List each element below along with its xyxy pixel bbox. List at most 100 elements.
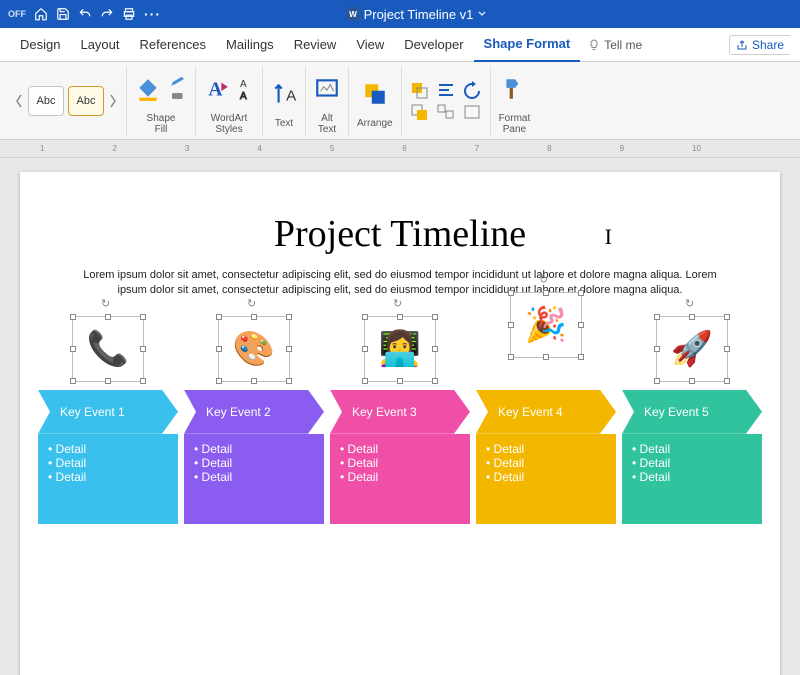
- timeline-image-shape[interactable]: ↻ 🚀: [656, 316, 728, 382]
- page-body-text[interactable]: Lorem ipsum dolor sit amet, consectetur …: [34, 268, 766, 298]
- resize-handle[interactable]: [432, 346, 438, 352]
- page-title[interactable]: Project Timeline: [34, 212, 766, 256]
- page[interactable]: I Project Timeline Lorem ipsum dolor sit…: [20, 172, 780, 675]
- timeline-detail-box[interactable]: DetailDetailDetail: [184, 434, 324, 524]
- timeline-arrow[interactable]: Key Event 4: [476, 390, 616, 434]
- resize-handle[interactable]: [508, 322, 514, 328]
- print-icon[interactable]: [122, 7, 136, 21]
- resize-handle[interactable]: [216, 314, 222, 320]
- align-icon[interactable]: [436, 81, 456, 99]
- ribbon-group-wordart[interactable]: A A A WordArt Styles: [196, 66, 263, 136]
- document-title[interactable]: W Project Timeline v1: [346, 7, 488, 22]
- timeline-detail-box[interactable]: DetailDetailDetail: [38, 434, 178, 524]
- pencil-icon[interactable]: [169, 76, 187, 88]
- timeline-image-shape[interactable]: ↻ 📞: [72, 316, 144, 382]
- tell-me-search[interactable]: Tell me: [588, 38, 642, 52]
- rotate-handle-icon[interactable]: ↻: [247, 297, 256, 310]
- timeline-image-shape[interactable]: ↻ 👩‍💻: [364, 316, 436, 382]
- redo-icon[interactable]: [100, 7, 114, 21]
- rotate-handle-icon[interactable]: ↻: [539, 273, 548, 286]
- tab-design[interactable]: Design: [10, 28, 70, 62]
- resize-handle[interactable]: [724, 314, 730, 320]
- selection-pane-icon[interactable]: [462, 103, 482, 121]
- resize-handle[interactable]: [105, 314, 111, 320]
- resize-handle[interactable]: [362, 314, 368, 320]
- ribbon-group-text[interactable]: A Text: [263, 66, 306, 136]
- resize-handle[interactable]: [654, 378, 660, 384]
- resize-handle[interactable]: [724, 378, 730, 384]
- timeline-image-shape[interactable]: ↻ 🎉: [510, 292, 582, 358]
- resize-handle[interactable]: [508, 290, 514, 296]
- resize-handle[interactable]: [689, 314, 695, 320]
- resize-handle[interactable]: [397, 314, 403, 320]
- resize-handle[interactable]: [216, 378, 222, 384]
- resize-handle[interactable]: [251, 378, 257, 384]
- rotate-handle-icon[interactable]: ↻: [101, 297, 110, 310]
- tab-review[interactable]: Review: [284, 28, 347, 62]
- resize-handle[interactable]: [216, 346, 222, 352]
- resize-handle[interactable]: [654, 346, 660, 352]
- group-icon[interactable]: [436, 103, 456, 121]
- timeline-arrow[interactable]: Key Event 5: [622, 390, 762, 434]
- resize-handle[interactable]: [578, 322, 584, 328]
- resize-handle[interactable]: [689, 378, 695, 384]
- resize-handle[interactable]: [286, 314, 292, 320]
- resize-handle[interactable]: [432, 378, 438, 384]
- chevron-left-icon[interactable]: [14, 86, 24, 116]
- shape-style-preset-selected[interactable]: Abc: [68, 86, 104, 116]
- ribbon-group-arrange[interactable]: Arrange: [349, 66, 402, 136]
- timeline-detail-box[interactable]: DetailDetailDetail: [476, 434, 616, 524]
- resize-handle[interactable]: [578, 354, 584, 360]
- resize-handle[interactable]: [70, 378, 76, 384]
- timeline-arrow[interactable]: Key Event 3: [330, 390, 470, 434]
- more-icon[interactable]: ···: [144, 6, 161, 22]
- resize-handle[interactable]: [70, 346, 76, 352]
- resize-handle[interactable]: [286, 378, 292, 384]
- resize-handle[interactable]: [543, 354, 549, 360]
- resize-handle[interactable]: [543, 290, 549, 296]
- eraser-icon[interactable]: [169, 90, 187, 102]
- rotate-handle-icon[interactable]: ↻: [685, 297, 694, 310]
- resize-handle[interactable]: [397, 378, 403, 384]
- timeline-image-shape[interactable]: ↻ 🎨: [218, 316, 290, 382]
- resize-handle[interactable]: [508, 354, 514, 360]
- timeline-arrow[interactable]: Key Event 1: [38, 390, 178, 434]
- text-fill-icon[interactable]: A: [238, 78, 254, 88]
- text-outline-icon[interactable]: A: [238, 90, 254, 100]
- chevron-right-icon[interactable]: [108, 86, 118, 116]
- resize-handle[interactable]: [432, 314, 438, 320]
- autosave-indicator[interactable]: OFF: [8, 9, 26, 19]
- tab-layout[interactable]: Layout: [70, 28, 129, 62]
- resize-handle[interactable]: [724, 346, 730, 352]
- tab-mailings[interactable]: Mailings: [216, 28, 284, 62]
- resize-handle[interactable]: [140, 346, 146, 352]
- resize-handle[interactable]: [362, 378, 368, 384]
- tab-developer[interactable]: Developer: [394, 28, 473, 62]
- rotate-handle-icon[interactable]: ↻: [393, 297, 402, 310]
- tab-references[interactable]: References: [130, 28, 216, 62]
- resize-handle[interactable]: [140, 378, 146, 384]
- share-button[interactable]: Share: [729, 35, 790, 55]
- resize-handle[interactable]: [251, 314, 257, 320]
- resize-handle[interactable]: [105, 378, 111, 384]
- send-backward-icon[interactable]: [410, 103, 430, 121]
- document-canvas[interactable]: I Project Timeline Lorem ipsum dolor sit…: [0, 158, 800, 675]
- resize-handle[interactable]: [654, 314, 660, 320]
- resize-handle[interactable]: [362, 346, 368, 352]
- rotate-icon[interactable]: [462, 81, 482, 99]
- resize-handle[interactable]: [140, 314, 146, 320]
- undo-icon[interactable]: [78, 7, 92, 21]
- save-icon[interactable]: [56, 7, 70, 21]
- tab-shape-format[interactable]: Shape Format: [474, 28, 581, 62]
- home-icon[interactable]: [34, 7, 48, 21]
- timeline-arrow[interactable]: Key Event 2: [184, 390, 324, 434]
- shape-style-preset[interactable]: Abc: [28, 86, 64, 116]
- resize-handle[interactable]: [286, 346, 292, 352]
- ribbon-group-shape-fill[interactable]: Shape Fill: [127, 66, 196, 136]
- resize-handle[interactable]: [578, 290, 584, 296]
- tab-view[interactable]: View: [346, 28, 394, 62]
- bring-forward-icon[interactable]: [410, 81, 430, 99]
- timeline-detail-box[interactable]: DetailDetailDetail: [330, 434, 470, 524]
- ribbon-group-format-pane[interactable]: Format Pane: [491, 66, 539, 136]
- timeline-detail-box[interactable]: DetailDetailDetail: [622, 434, 762, 524]
